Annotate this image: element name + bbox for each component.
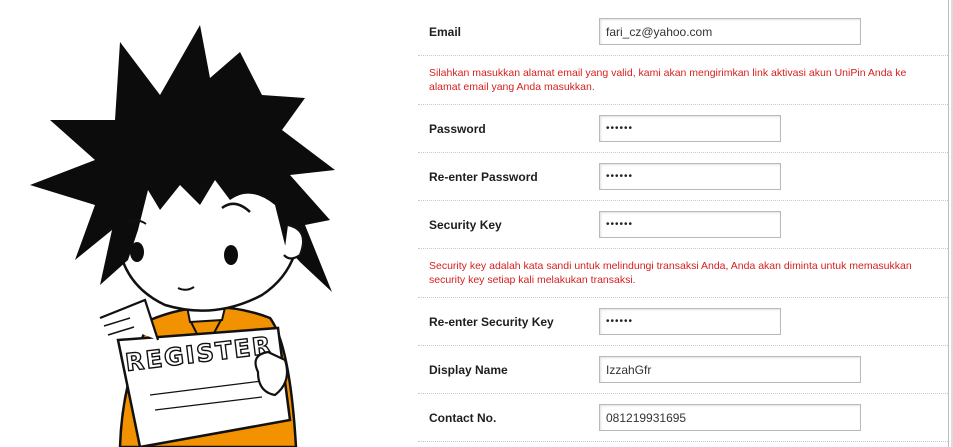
password-field[interactable]	[599, 115, 781, 142]
display-name-row: Display Name	[418, 346, 948, 394]
email-row: Email	[418, 8, 948, 56]
display-name-label: Display Name	[429, 363, 508, 377]
email-field[interactable]	[599, 18, 861, 45]
reenter-security-key-field[interactable]	[599, 308, 781, 335]
email-note-row: Silahkan masukkan alamat email yang vali…	[418, 56, 948, 105]
password-label: Password	[429, 122, 486, 136]
contact-no-row: Contact No.	[418, 394, 948, 442]
mascot-eye-left	[130, 242, 144, 262]
display-name-field[interactable]	[599, 356, 861, 383]
reenter-security-key-row: Re-enter Security Key	[418, 298, 948, 346]
reenter-password-field[interactable]	[599, 163, 781, 190]
security-key-field[interactable]	[599, 211, 781, 238]
security-key-label: Security Key	[429, 218, 502, 232]
contact-no-label: Contact No.	[429, 411, 497, 425]
register-mascot-illustration: REGISTER	[30, 25, 335, 447]
mascot-eye-right	[224, 245, 238, 265]
reenter-security-key-label: Re-enter Security Key	[429, 315, 554, 329]
reenter-password-row: Re-enter Password	[418, 153, 948, 201]
security-key-help-text: Security key adalah kata sandi untuk mel…	[429, 260, 912, 286]
security-key-row: Security Key	[418, 201, 948, 249]
password-row: Password	[418, 105, 948, 153]
email-label: Email	[429, 25, 462, 39]
contact-no-field[interactable]	[599, 404, 861, 431]
registration-form: Email Silahkan masukkan alamat email yan…	[418, 8, 948, 442]
page-right-border	[948, 0, 949, 447]
email-help-text: Silahkan masukkan alamat email yang vali…	[429, 67, 907, 93]
security-note-row: Security key adalah kata sandi untuk mel…	[418, 249, 948, 298]
reenter-password-label: Re-enter Password	[429, 170, 538, 184]
